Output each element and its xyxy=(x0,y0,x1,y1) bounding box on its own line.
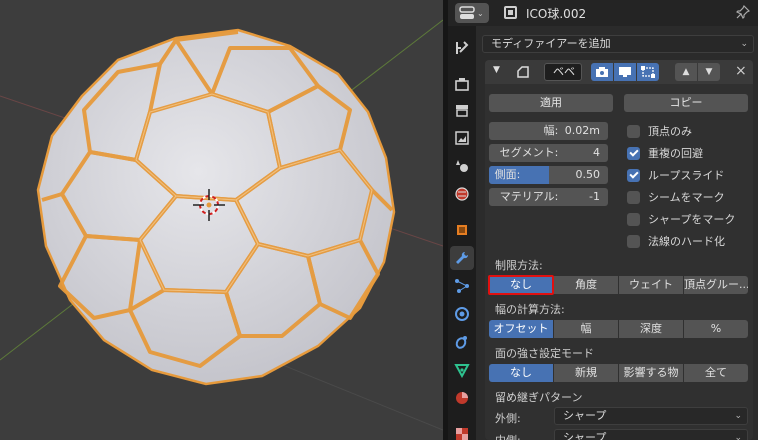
tab-scene[interactable] xyxy=(450,154,474,178)
bevel-modifier-panel: ▼ ベベ ▲ ▼ × 適用 コピー 幅: 0.02m セグメント: 4 側面: … xyxy=(485,60,753,440)
apply-button[interactable]: 適用 xyxy=(489,94,613,112)
collapse-arrow-icon[interactable]: ▼ xyxy=(493,65,500,75)
checkbox-box[interactable] xyxy=(627,234,640,248)
tab-particles[interactable] xyxy=(450,274,474,298)
tab-material[interactable] xyxy=(450,386,474,410)
add-modifier-dropdown[interactable]: モディファイアーを追加 ⌄ xyxy=(482,35,754,53)
miter-inner-label: 内側: xyxy=(495,432,521,440)
physics-icon xyxy=(455,307,469,321)
viewport-toggle[interactable] xyxy=(614,63,636,81)
tab-physics[interactable] xyxy=(450,302,474,326)
miter-outer-label: 外側: xyxy=(495,412,521,425)
tab-modifiers[interactable] xyxy=(450,246,474,270)
modifier-header: ▼ ベベ ▲ ▼ × xyxy=(485,60,753,84)
copy-button[interactable]: コピー xyxy=(624,94,748,112)
wrench-icon xyxy=(456,251,469,264)
properties-editor: ⌄ ICO球.002 モディファイアーを追加 ⌄ ▼ ベベ ▲ ▼ × 適用 コ… xyxy=(448,0,758,440)
properties-tabs xyxy=(448,0,476,440)
bevel-modifier-icon xyxy=(517,66,529,78)
texture-icon xyxy=(456,428,468,440)
checkbox-clamp-overlap[interactable]: 重複の回避 xyxy=(627,145,703,161)
editmode-toggle[interactable] xyxy=(637,63,659,81)
editor-type-button[interactable]: ⌄ xyxy=(455,3,489,23)
world-icon xyxy=(455,187,469,201)
close-icon[interactable]: × xyxy=(735,63,747,79)
pin-icon[interactable] xyxy=(736,5,750,19)
chevron-down-icon: ⌄ xyxy=(477,8,484,18)
chevron-down-icon: ⌄ xyxy=(740,39,748,49)
face-all-button[interactable]: 全て xyxy=(684,364,748,382)
profile-slider[interactable]: 側面: 0.50 xyxy=(489,166,608,184)
tab-object[interactable] xyxy=(450,218,474,242)
tool-icon xyxy=(456,41,469,54)
checkbox-box[interactable] xyxy=(627,190,640,204)
material-field[interactable]: マテリアル: -1 xyxy=(489,188,608,206)
editmode-icon xyxy=(641,66,655,78)
width-percent-button[interactable]: % xyxy=(684,320,748,338)
add-modifier-label: モディファイアーを追加 xyxy=(491,37,611,50)
render-toggle[interactable] xyxy=(591,63,613,81)
limit-method-label: 制限方法: xyxy=(495,259,543,272)
face-new-button[interactable]: 新規 xyxy=(554,364,618,382)
checkbox-loop-slide[interactable]: ループスライド xyxy=(627,167,724,183)
checkbox-mark-sharp[interactable]: シャープをマーク xyxy=(627,211,735,227)
3d-viewport[interactable] xyxy=(0,0,443,440)
object-data-icon xyxy=(504,6,517,19)
checkbox-box[interactable] xyxy=(627,124,640,138)
tab-tool[interactable] xyxy=(450,36,474,60)
limit-weight-button[interactable]: ウェイト xyxy=(619,276,683,294)
camera-icon xyxy=(596,67,608,77)
object-icon xyxy=(457,225,467,235)
particles-icon xyxy=(455,279,469,293)
face-none-button[interactable]: なし xyxy=(489,364,553,382)
chevron-down-icon: ⌄ xyxy=(734,433,742,440)
width-depth-button[interactable]: 深度 xyxy=(619,320,683,338)
face-strength-label: 面の強さ設定モード xyxy=(495,347,594,360)
red-highlight-box xyxy=(488,275,554,295)
width-field[interactable]: 幅: 0.02m xyxy=(489,122,608,140)
move-down-icon[interactable]: ▼ xyxy=(698,63,720,81)
width-method-selector: オフセット 幅 深度 % xyxy=(489,320,748,338)
checkbox-mark-seam[interactable]: シームをマーク xyxy=(627,189,725,205)
properties-header: ⌄ ICO球.002 xyxy=(448,0,758,26)
width-offset-button[interactable]: オフセット xyxy=(489,320,553,338)
object-name: ICO球.002 xyxy=(526,7,587,21)
chevron-down-icon: ⌄ xyxy=(734,411,742,421)
tab-view-layer[interactable] xyxy=(450,126,474,150)
modifier-name-field[interactable]: ベベ xyxy=(544,63,582,81)
checkbox-box[interactable] xyxy=(627,146,640,160)
material-icon xyxy=(456,392,468,404)
limit-vgroup-button[interactable]: 頂点グルー... xyxy=(684,276,748,294)
move-up-icon[interactable]: ▲ xyxy=(675,63,697,81)
width-width-button[interactable]: 幅 xyxy=(554,320,618,338)
checkbox-box[interactable] xyxy=(627,168,640,182)
tab-world[interactable] xyxy=(450,182,474,206)
properties-editor-icon xyxy=(459,6,475,19)
tab-texture[interactable] xyxy=(450,422,474,440)
miter-inner-dropdown[interactable]: シャープ ⌄ xyxy=(554,429,748,440)
miter-outer-dropdown[interactable]: シャープ ⌄ xyxy=(554,407,748,425)
miter-pattern-label: 留め継ぎパターン xyxy=(495,391,583,404)
checkbox-harden-normals[interactable]: 法線のハード化 xyxy=(627,233,725,249)
monitor-icon xyxy=(619,67,631,77)
mesh-data-icon xyxy=(454,364,470,378)
scene-icon xyxy=(456,160,468,172)
checkbox-vertex-only[interactable]: 頂点のみ xyxy=(627,123,692,139)
tab-output[interactable] xyxy=(450,98,474,122)
tab-constraints[interactable] xyxy=(450,330,474,354)
tab-render[interactable] xyxy=(450,72,474,96)
output-icon xyxy=(456,105,468,117)
segments-field[interactable]: セグメント: 4 xyxy=(489,144,608,162)
constraints-icon xyxy=(455,336,467,349)
width-method-label: 幅の計算方法: xyxy=(495,303,565,316)
limit-angle-button[interactable]: 角度 xyxy=(554,276,618,294)
tab-data[interactable] xyxy=(450,358,474,382)
face-affected-button[interactable]: 影響する物 xyxy=(619,364,683,382)
face-strength-selector: なし 新規 影響する物 全て xyxy=(489,364,748,382)
blender-window: ⌄ ICO球.002 モディファイアーを追加 ⌄ ▼ ベベ ▲ ▼ × 適用 コ… xyxy=(0,0,758,440)
view-layer-icon xyxy=(455,131,469,145)
checkbox-box[interactable] xyxy=(627,212,640,226)
viewport-canvas[interactable] xyxy=(0,0,443,440)
render-icon xyxy=(455,78,469,91)
